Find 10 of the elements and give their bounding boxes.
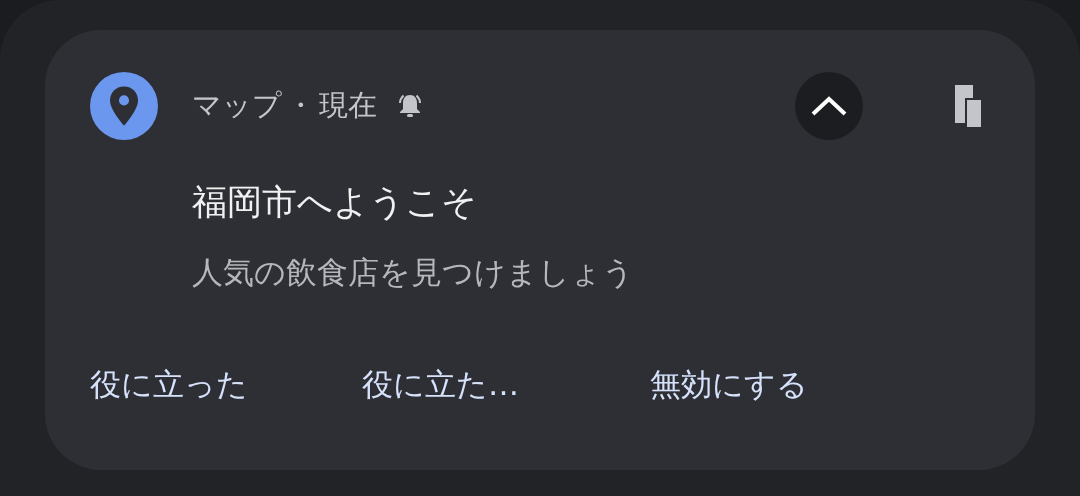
- chevron-up-icon: [811, 95, 847, 117]
- app-name: マップ: [192, 87, 282, 124]
- action-button[interactable]: 無効にする: [650, 364, 808, 406]
- notification-text: 人気の飲食店を見つけましょう: [192, 253, 635, 292]
- action-button[interactable]: 役に立た…: [362, 364, 650, 406]
- action-button[interactable]: 役に立った: [90, 364, 362, 406]
- separator: ・: [286, 87, 315, 124]
- timestamp: 現在: [319, 87, 377, 124]
- pages-icon[interactable]: [955, 85, 983, 127]
- notification-title: 福岡市へようこそ: [192, 181, 478, 224]
